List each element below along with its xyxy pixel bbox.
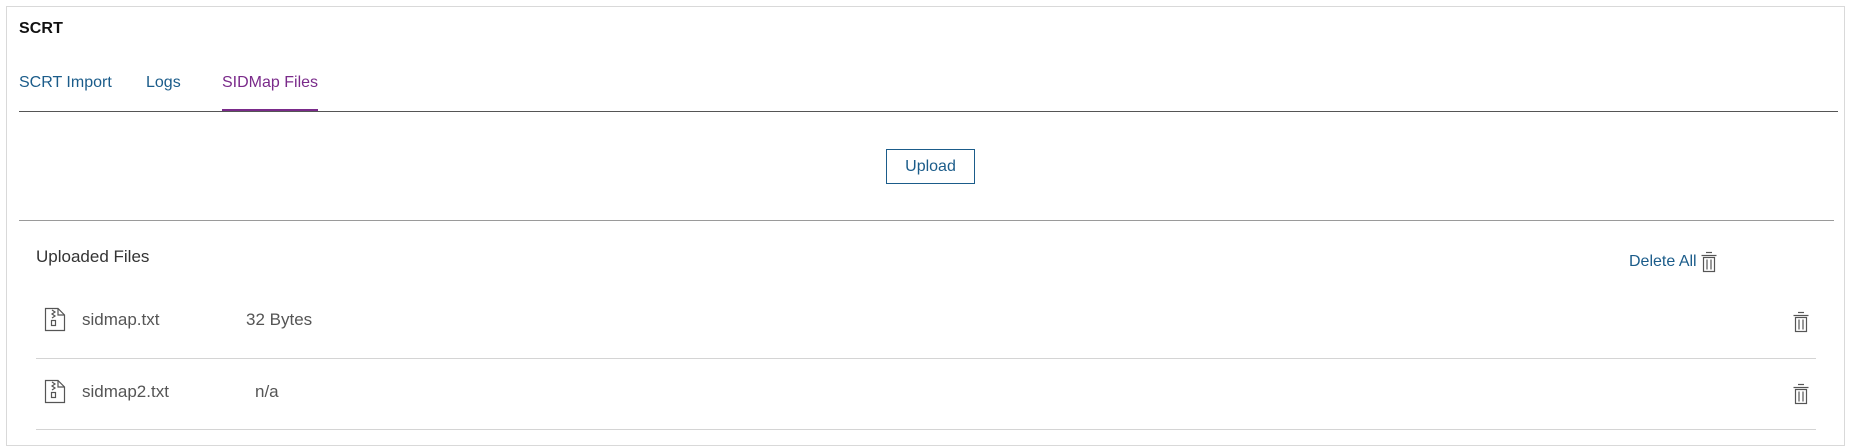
file-name: sidmap.txt [82, 310, 160, 329]
tab-logs[interactable]: Logs [146, 74, 181, 111]
file-row: sidmap2.txt n/a [36, 359, 1816, 430]
file-size: n/a [255, 382, 279, 401]
upload-area: Upload [19, 112, 1834, 221]
tab-sidmap-files[interactable]: SIDMap Files [222, 74, 319, 111]
trash-icon[interactable] [1793, 311, 1809, 333]
scrt-panel: SCRT SCRT Import Logs SIDMap Files Uploa… [6, 6, 1845, 446]
upload-button[interactable]: Upload [886, 149, 975, 184]
zip-file-icon [44, 379, 66, 404]
file-size: 32 Bytes [246, 310, 313, 329]
zip-file-icon [44, 307, 66, 332]
delete-all-label: Delete All [1629, 253, 1697, 270]
tab-bar: SCRT Import Logs SIDMap Files [19, 69, 1838, 112]
panel-title: SCRT [19, 20, 63, 37]
tab-scrt-import[interactable]: SCRT Import [19, 74, 112, 111]
file-row: sidmap.txt 32 Bytes [36, 288, 1816, 359]
file-name: sidmap2.txt [82, 382, 169, 401]
delete-all-button[interactable]: Delete All [1629, 251, 1717, 273]
uploaded-files-title: Uploaded Files [36, 247, 150, 266]
trash-icon[interactable] [1793, 383, 1809, 405]
trash-icon [1701, 251, 1717, 273]
